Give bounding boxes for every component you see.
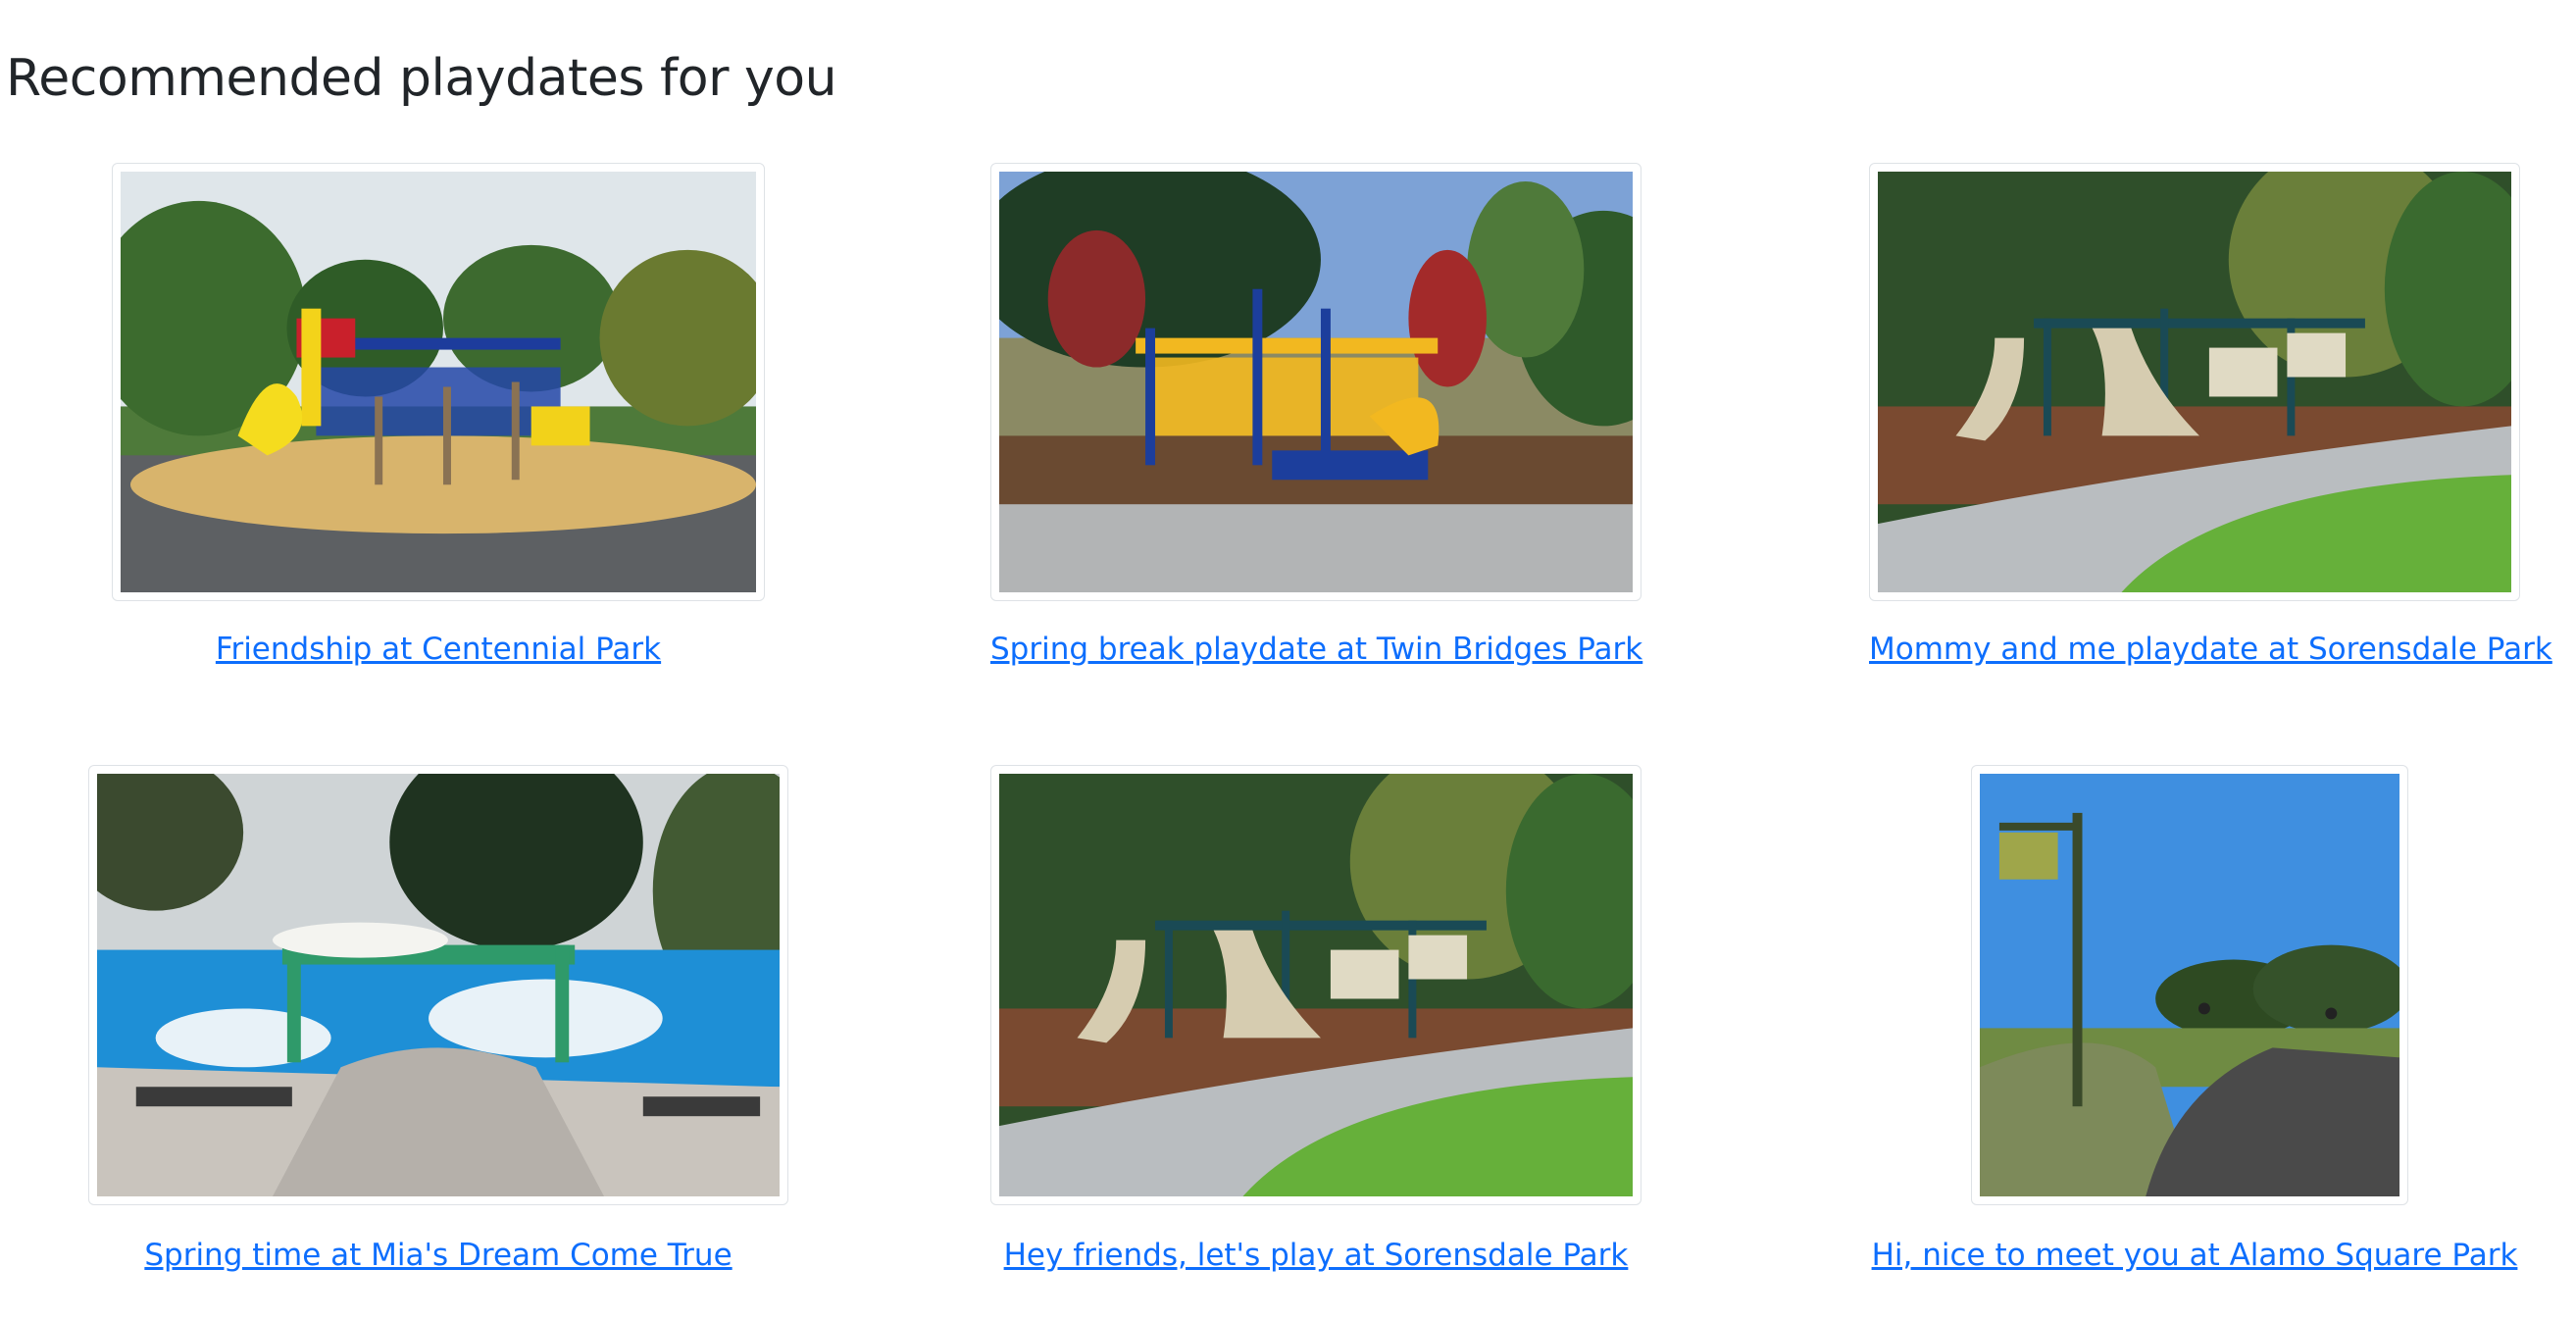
page: Recommended playdates for you Friendship… <box>0 0 2576 1319</box>
playdate-link[interactable]: Hey friends, let's play at Sorensdale Pa… <box>990 1238 1642 1273</box>
page-title: Recommended playdates for you <box>6 49 837 108</box>
playdate-image[interactable] <box>1869 163 2520 601</box>
playdate-link[interactable]: Spring time at Mia's Dream Come True <box>88 1238 788 1273</box>
playdate-link[interactable]: Friendship at Centennial Park <box>112 632 765 667</box>
playdate-image[interactable] <box>1971 765 2408 1205</box>
playdate-link[interactable]: Hi, nice to meet you at Alamo Square Par… <box>1869 1238 2520 1273</box>
playdate-link[interactable]: Mommy and me playdate at Sorensdale Park <box>1869 632 2552 667</box>
playdate-image[interactable] <box>990 163 1642 601</box>
playdate-image[interactable] <box>990 765 1642 1205</box>
playdate-image[interactable] <box>112 163 765 601</box>
playdate-link[interactable]: Spring break playdate at Twin Bridges Pa… <box>990 632 1642 667</box>
playdate-image[interactable] <box>88 765 788 1205</box>
